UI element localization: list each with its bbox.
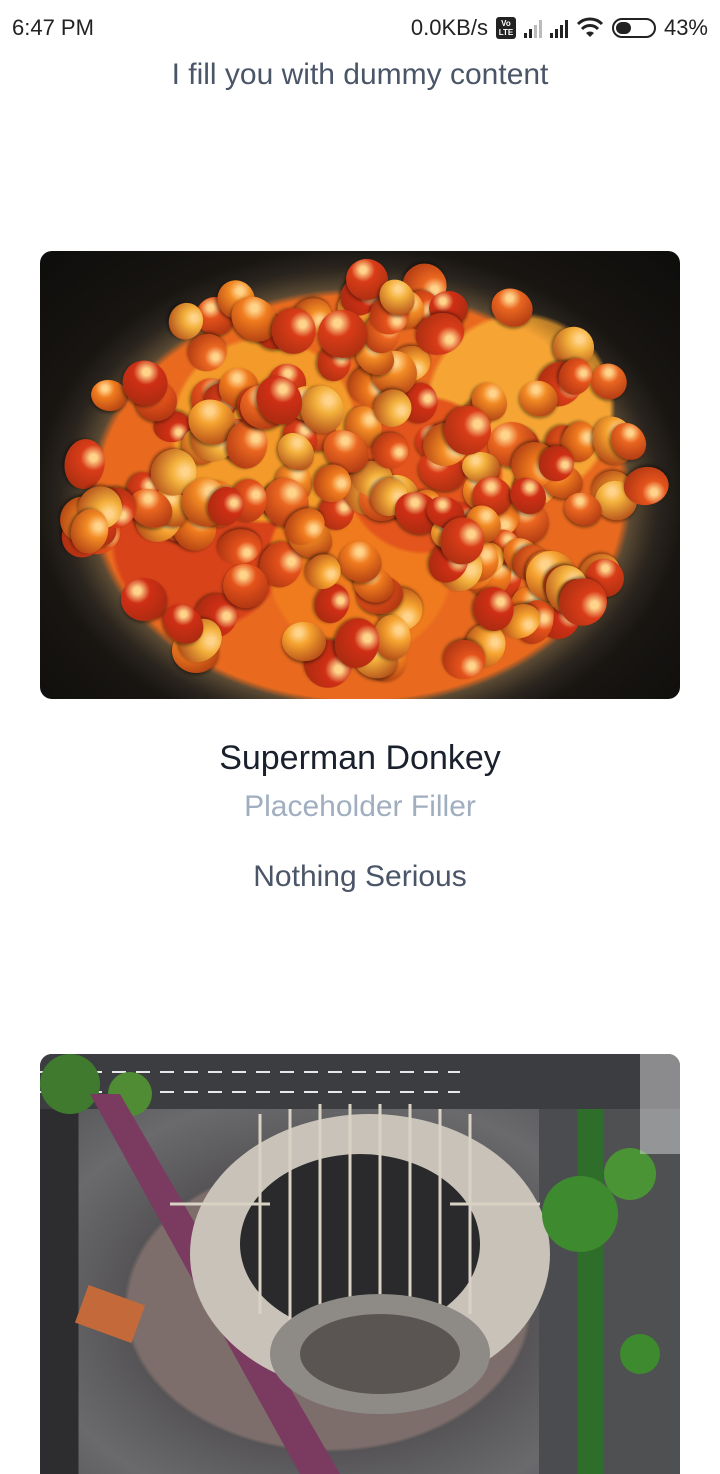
tomato [120,577,168,622]
signal-sim2-icon [549,18,568,38]
tomato [485,281,540,335]
card-subtitle: Placeholder Filler [244,790,476,823]
card-description: Nothing Serious [253,860,467,893]
status-icons: 0.0KB/s Vo LTE 43% [411,15,708,41]
signal-sim1-icon [523,18,542,38]
content-card[interactable]: Superman Donkey Placeholder Filler Nothi… [40,251,680,894]
status-bar: 6:47 PM 0.0KB/s Vo LTE 43% [0,0,720,56]
network-speed: 0.0KB/s [410,15,488,40]
aerial-building-graphic [40,1054,680,1474]
card-title: Superman Donkey [219,739,501,777]
status-time: 6:47 PM [12,15,94,40]
battery-percent: 43% [663,15,708,40]
wifi-icon [576,17,604,37]
header-text: I fill you with dummy content [171,58,549,91]
battery-icon [611,18,656,38]
tomatoes-photo[interactable] [40,251,680,699]
tomato [214,525,264,568]
volte-icon: Vo LTE [495,17,516,39]
battery-fill [615,22,632,34]
content-card[interactable] [40,1054,680,1474]
tomato [62,436,109,492]
aerial-city-photo[interactable] [40,1054,680,1474]
tomato [271,307,317,355]
